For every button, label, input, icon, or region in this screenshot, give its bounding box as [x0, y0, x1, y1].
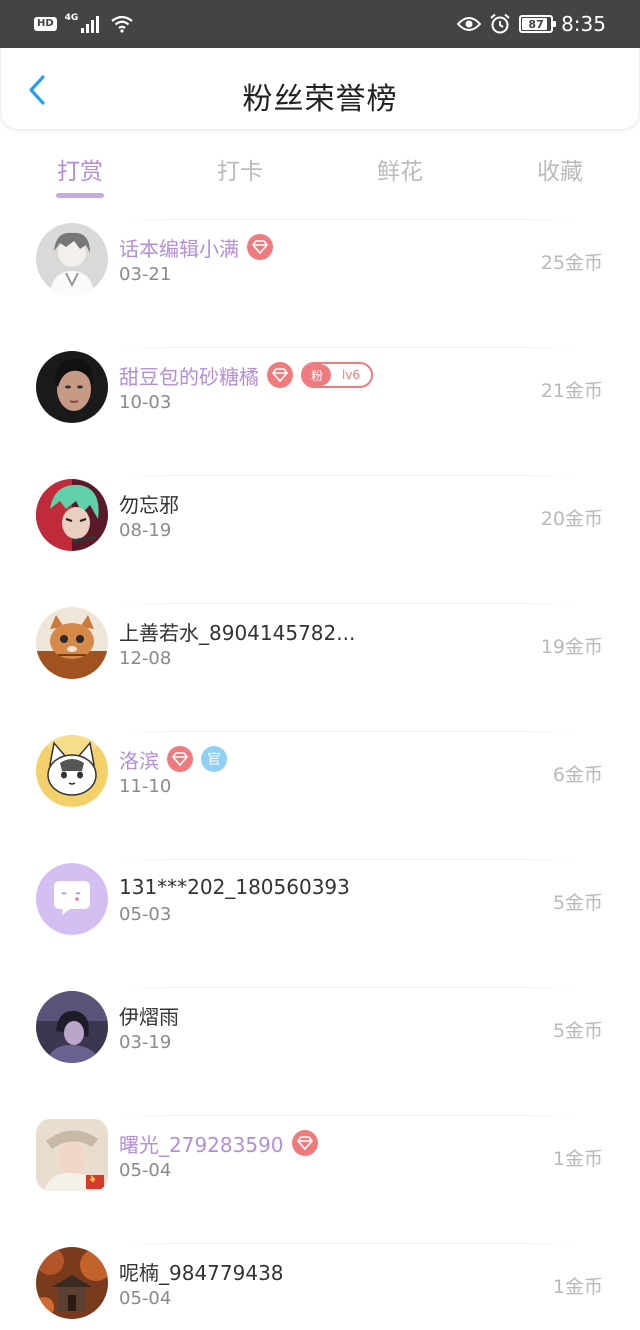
name-line: 131***202_180560393 — [119, 872, 350, 902]
tab-label: 鲜花 — [377, 159, 423, 185]
avatar[interactable] — [36, 863, 108, 935]
reward-date: 03-21 — [119, 264, 172, 285]
eye-icon — [457, 17, 482, 31]
coin-amount: 20金币 — [540, 508, 603, 530]
fan-label: 粉 — [303, 364, 331, 386]
user-name[interactable]: 曙光_279283590 — [119, 1129, 284, 1158]
coin-amount: 1金币 — [552, 1148, 603, 1170]
user-name[interactable]: 呢楠_984779438 — [119, 1257, 284, 1286]
diamond-icon — [167, 746, 193, 772]
user-name[interactable]: 131***202_180560393 — [119, 875, 350, 899]
fan-ranking-list: 话本编辑小满 03-21 25金币 甜豆包的砂糖橘 粉 lv6 10-03 21… — [0, 219, 640, 1330]
name-line: 上善若水_8904145782... — [119, 616, 355, 646]
user-name[interactable]: 甜豆包的砂糖橘 — [119, 361, 259, 390]
avatar[interactable] — [36, 351, 108, 423]
avatar[interactable] — [36, 1119, 108, 1191]
list-item[interactable]: 勿忘邪 08-19 20金币 — [0, 475, 640, 604]
battery-icon: 87 — [519, 15, 557, 33]
name-line: 勿忘邪 — [119, 488, 179, 518]
status-bar: HD 4G 87 8:35 — [0, 0, 640, 48]
user-name[interactable]: 话本编辑小满 — [119, 233, 239, 262]
name-line: 甜豆包的砂糖橘 粉 lv6 — [119, 360, 373, 390]
avatar[interactable] — [36, 223, 108, 295]
diamond-icon — [291, 1130, 318, 1156]
list-item[interactable]: 甜豆包的砂糖橘 粉 lv6 10-03 21金币 — [0, 347, 640, 476]
reward-date: 12-08 — [119, 648, 172, 669]
avatar[interactable] — [36, 479, 108, 551]
alarm-icon — [490, 13, 510, 34]
network-type: 4G — [64, 13, 79, 23]
tab-checkin[interactable]: 打卡 — [160, 140, 320, 200]
fan-level: lv6 — [341, 368, 361, 382]
signal-icon — [81, 16, 100, 33]
coin-amount: 5金币 — [552, 1020, 603, 1042]
tab-flowers[interactable]: 鲜花 — [320, 140, 480, 200]
status-right: 87 8:35 — [457, 12, 606, 36]
coin-amount: 5金币 — [552, 892, 603, 914]
list-item[interactable]: 曙光_279283590 05-04 1金币 — [0, 1115, 640, 1244]
reward-date: 05-04 — [119, 1288, 172, 1309]
list-item[interactable]: 上善若水_8904145782... 12-08 19金币 — [0, 603, 640, 732]
user-name[interactable]: 上善若水_8904145782... — [119, 617, 355, 646]
wifi-icon — [111, 15, 134, 33]
list-item[interactable]: 洛滨 官 11-10 6金币 — [0, 731, 640, 860]
reward-date: 05-04 — [119, 1160, 172, 1181]
coin-amount: 25金币 — [540, 252, 603, 274]
reward-date: 10-03 — [119, 392, 172, 413]
name-line: 洛滨 官 — [119, 744, 227, 774]
reward-date: 05-03 — [119, 904, 172, 925]
name-line: 曙光_279283590 — [119, 1128, 318, 1158]
clock: 8:35 — [561, 12, 606, 36]
tab-label: 收藏 — [537, 159, 583, 185]
coin-amount: 21金币 — [540, 380, 603, 402]
official-badge: 官 — [201, 746, 227, 772]
diamond-icon — [247, 234, 273, 260]
reward-date: 03-19 — [119, 1032, 172, 1053]
list-item[interactable]: 131***202_180560393 05-03 5金币 — [0, 859, 640, 988]
coin-amount: 6金币 — [552, 764, 603, 786]
hd-icon: HD — [34, 17, 57, 31]
coin-amount: 19金币 — [540, 636, 603, 658]
user-name[interactable]: 洛滨 — [119, 745, 159, 774]
tab-label: 打赏 — [57, 159, 103, 185]
tab-reward[interactable]: 打赏 — [0, 140, 160, 200]
user-name[interactable]: 勿忘邪 — [119, 489, 179, 518]
avatar[interactable] — [36, 991, 108, 1063]
avatar[interactable] — [36, 1247, 108, 1319]
app-header: 粉丝荣誉榜 — [0, 48, 640, 130]
page-title: 粉丝荣誉榜 — [242, 82, 398, 117]
avatar[interactable] — [36, 735, 108, 807]
name-line: 话本编辑小满 — [119, 232, 273, 262]
diamond-icon — [267, 362, 293, 388]
active-tab-indicator — [56, 193, 104, 198]
coin-amount: 1金币 — [552, 1276, 603, 1298]
name-line: 呢楠_984779438 — [119, 1256, 284, 1286]
user-name[interactable]: 伊熠雨 — [119, 1001, 179, 1030]
list-item[interactable]: 呢楠_984779438 05-04 1金币 — [0, 1243, 640, 1330]
tab-bar: 打赏 打卡 鲜花 收藏 — [0, 140, 640, 200]
list-item[interactable]: 伊熠雨 03-19 5金币 — [0, 987, 640, 1116]
avatar[interactable] — [36, 607, 108, 679]
reward-date: 11-10 — [119, 776, 172, 797]
fan-level-badge: 粉 lv6 — [301, 362, 373, 388]
reward-date: 08-19 — [119, 520, 172, 541]
name-line: 伊熠雨 — [119, 1000, 179, 1030]
tab-favorites[interactable]: 收藏 — [480, 140, 640, 200]
list-item[interactable]: 话本编辑小满 03-21 25金币 — [0, 219, 640, 348]
tab-label: 打卡 — [217, 159, 263, 185]
status-left: HD 4G — [34, 13, 134, 33]
battery-level: 87 — [528, 17, 544, 31]
